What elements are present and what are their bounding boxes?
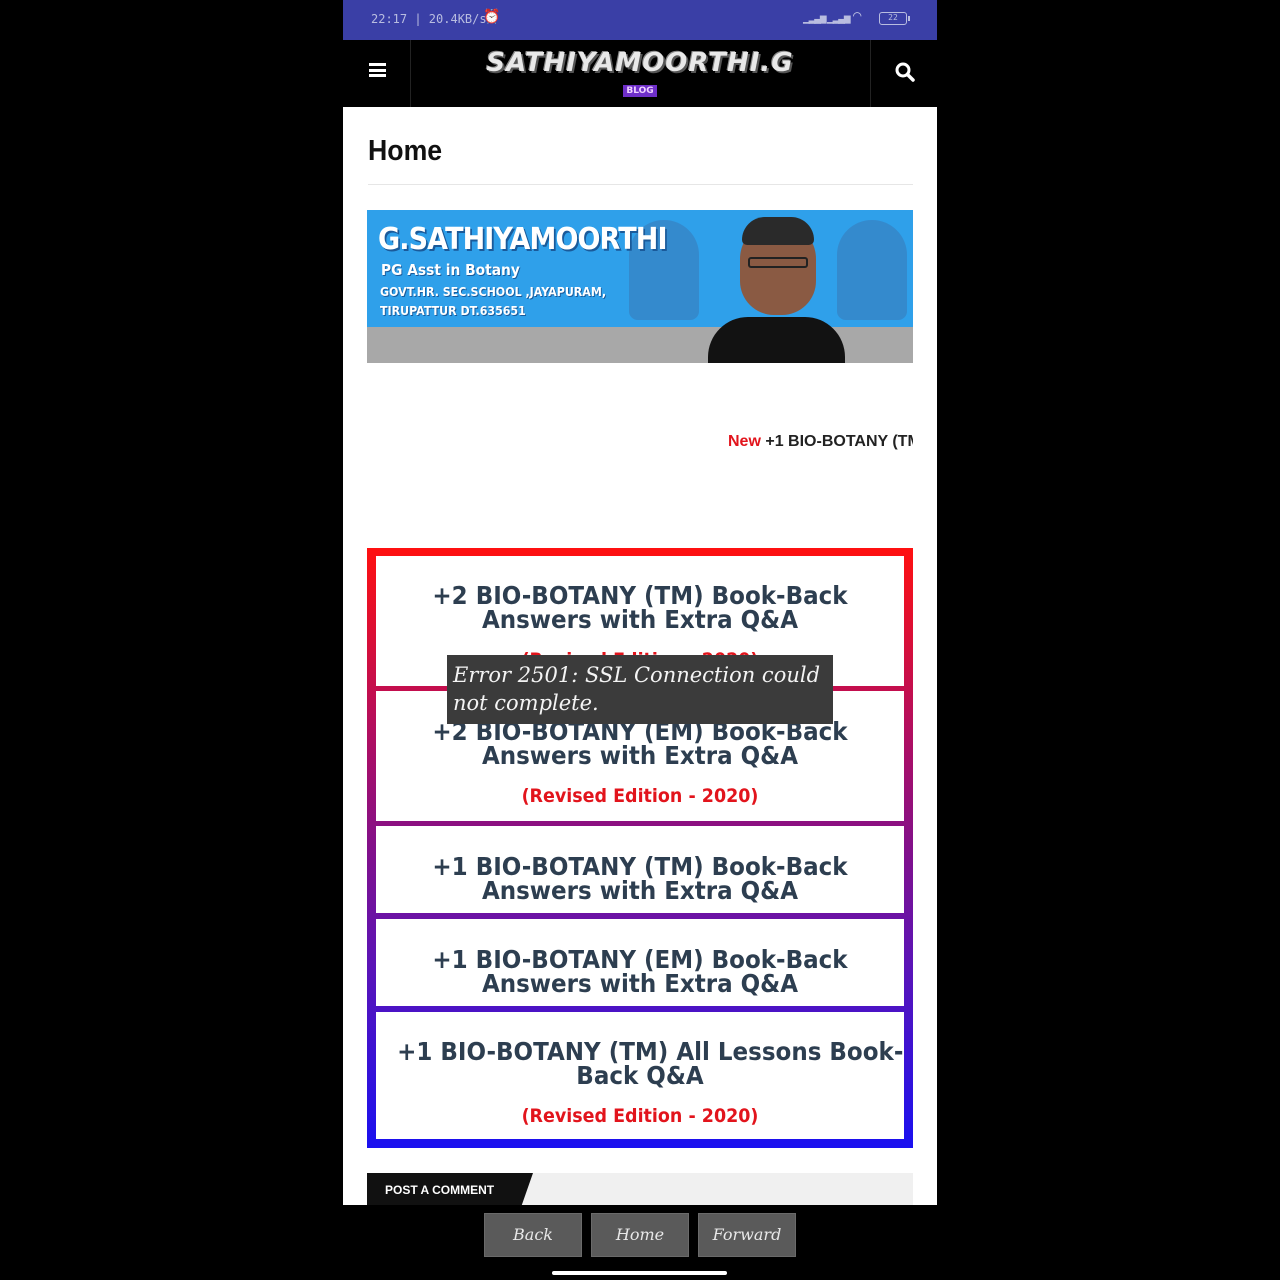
signal-icon-2: ▁▂▃▅ [827,11,850,24]
news-ticker[interactable]: New +1 BIO-BOTANY (TM [367,433,913,455]
links-panel: +2 BIO-BOTANY (TM) Book-Back Answers wit… [367,548,913,1148]
banner-name: G.SATHIYAMOORTHI [378,222,668,257]
wifi-icon: ◠ [853,8,862,24]
post-comment-tab[interactable]: POST A COMMENT [367,1173,533,1205]
page-title: Home [368,135,443,167]
link-plus1-botany-tm-all-lessons[interactable]: +1 BIO-BOTANY (TM) All Lessons Book- Bac… [376,1012,904,1139]
divider [368,184,913,185]
banner-role: PG Asst in Botany [381,261,520,279]
banner-bg-face [837,220,907,320]
menu-button[interactable] [343,40,411,107]
site-logo[interactable]: SATHIYAMOORTHI.G BLOG [473,48,807,97]
search-button[interactable] [870,40,937,107]
link-edition: (Revised Edition - 2020) [521,1105,759,1127]
ticker-new-badge: New [728,433,761,450]
link-edition: (Revised Edition - 2020) [521,785,759,807]
profile-banner: G.SATHIYAMOORTHI PG Asst in Botany GOVT.… [367,210,913,363]
post-comment-label: POST A COMMENT [385,1183,495,1197]
back-button[interactable]: Back [484,1213,582,1257]
link-plus1-botany-tm[interactable]: +1 BIO-BOTANY (TM) Book-Back Answers wit… [376,826,904,913]
phone-screen: 22:17 | 20.4KB/s ⏰ ▁▂▃▅ ▁▂▃▅ ◠ 22 SATHIY… [343,0,937,1280]
ticker-text[interactable]: +1 BIO-BOTANY (TM [765,433,913,450]
link-title-line2: Answers with Extra Q&A [481,969,799,998]
link-title-line2: Answers with Extra Q&A [481,741,799,770]
home-indicator[interactable] [552,1271,727,1275]
hamburger-menu-icon [369,63,386,77]
forward-button[interactable]: Forward [698,1213,796,1257]
alarm-icon: ⏰ [483,9,501,25]
link-plus1-botany-em[interactable]: +1 BIO-BOTANY (EM) Book-Back Answers wit… [376,919,904,1006]
logo-name: SATHIYAMOORTHI.G [486,48,794,78]
bottom-navigation: Back Home Forward [343,1205,937,1280]
link-title-line2: Answers with Extra Q&A [481,876,799,905]
status-bar: 22:17 | 20.4KB/s ⏰ ▁▂▃▅ ▁▂▃▅ ◠ 22 [343,0,937,40]
signal-icon: ▁▂▃▅ [803,11,826,24]
link-title-line2: Back Q&A [576,1061,704,1090]
site-header: SATHIYAMOORTHI.G BLOG [343,40,937,107]
status-time: 22:17 | 20.4KB/s [371,12,487,26]
link-title-line2: Answers with Extra Q&A [481,605,799,634]
profile-photo [708,215,845,363]
error-toast: Error 2501: SSL Connection could not com… [447,655,833,724]
search-icon [895,62,915,82]
post-comment-bar: POST A COMMENT [367,1173,913,1205]
banner-school: GOVT.HR. SEC.SCHOOL ,JAYAPURAM, [380,285,607,299]
battery-icon: 22 [879,12,910,25]
home-button[interactable]: Home [591,1213,689,1257]
banner-district: TIRUPATTUR DT.635651 [380,304,526,318]
logo-tag: BLOG [623,85,657,97]
